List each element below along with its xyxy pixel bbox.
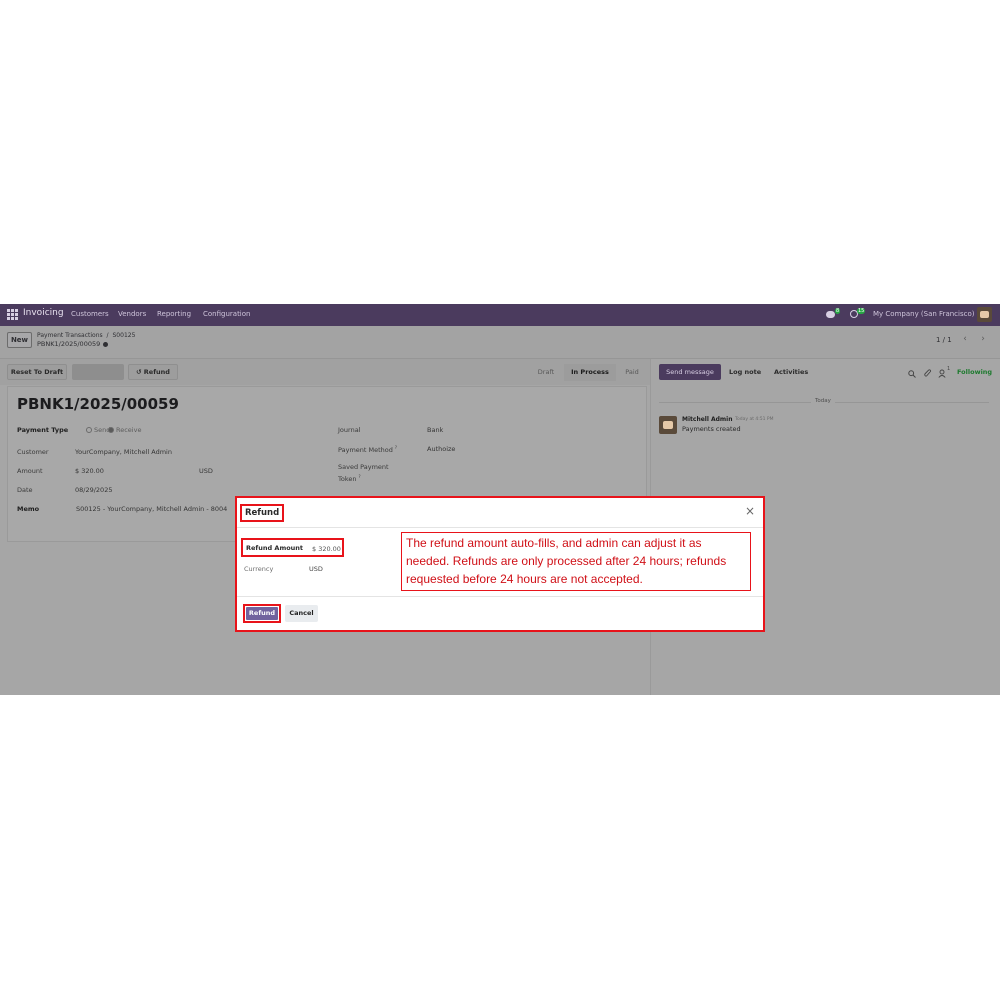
- status-paid[interactable]: Paid: [618, 364, 646, 381]
- journal-label: Journal: [338, 426, 361, 434]
- saved-token-label: Saved Payment: [338, 463, 389, 471]
- payment-method-label: Payment Method?: [338, 445, 398, 455]
- payment-type-receive[interactable]: Receive: [108, 426, 141, 434]
- breadcrumb: Payment Transactions / S00125: [37, 332, 135, 339]
- gear-icon[interactable]: [103, 341, 109, 347]
- refund-amount-input[interactable]: $ 320.00: [312, 545, 341, 553]
- refund-amount-field: Refund Amount $ 320.00: [241, 538, 344, 557]
- chat-icon[interactable]: [826, 311, 835, 318]
- journal-value[interactable]: Bank: [427, 426, 443, 434]
- date-value[interactable]: 08/29/2025: [75, 486, 112, 494]
- top-navbar: Invoicing Customers Vendors Reporting Co…: [0, 304, 1000, 326]
- paperclip-icon[interactable]: [924, 369, 932, 378]
- record-breadcrumb: PBNK1/2025/00059: [37, 340, 109, 348]
- blurred-button[interactable]: [72, 364, 124, 380]
- amount-currency[interactable]: USD: [199, 467, 213, 475]
- help-icon: ?: [394, 445, 398, 450]
- refund-button-label: Refund: [143, 368, 170, 376]
- saved-token-label-2: Token?: [338, 474, 361, 484]
- breadcrumb-ref[interactable]: S00125: [113, 332, 136, 339]
- breadcrumb-parent[interactable]: Payment Transactions: [37, 332, 103, 339]
- record-title: PBNK1/2025/00059: [17, 395, 179, 413]
- control-panel: New Payment Transactions / S00125 PBNK1/…: [0, 326, 1000, 358]
- radio-send-icon: [86, 427, 92, 433]
- app-brand[interactable]: Invoicing: [23, 308, 64, 318]
- apps-menu-icon[interactable]: [7, 309, 18, 320]
- refund-icon: ↺: [136, 368, 142, 376]
- send-message-button[interactable]: Send message: [659, 364, 721, 380]
- author-avatar[interactable]: [659, 416, 677, 434]
- payment-method-value[interactable]: Authoize: [427, 445, 455, 453]
- dialog-title: Refund: [240, 504, 285, 522]
- search-icon[interactable]: [908, 370, 916, 378]
- form-statusbar: Reset To Draft ↺ Refund Draft In Process…: [0, 359, 650, 385]
- pager-prev-icon[interactable]: ‹: [958, 333, 972, 347]
- new-button[interactable]: New: [7, 332, 32, 348]
- company-switcher[interactable]: My Company (San Francisco): [873, 310, 974, 318]
- cancel-button[interactable]: Cancel: [285, 605, 318, 622]
- currency-value[interactable]: USD: [309, 565, 323, 573]
- user-avatar[interactable]: [977, 307, 992, 322]
- message-time: Today at 4:51 PM: [735, 417, 774, 422]
- chat-badge: 8: [835, 308, 841, 314]
- date-label: Date: [17, 486, 33, 494]
- today-label: Today: [811, 398, 835, 404]
- status-draft[interactable]: Draft: [528, 364, 564, 381]
- refund-button[interactable]: ↺ Refund: [128, 364, 178, 380]
- pager-value[interactable]: 1 / 1: [936, 336, 952, 344]
- help-icon: ?: [358, 474, 361, 479]
- refund-confirm-highlight: Refund: [243, 604, 281, 623]
- record-name: PBNK1/2025/00059: [37, 340, 101, 348]
- status-in-process[interactable]: In Process: [564, 364, 616, 381]
- followers-icon[interactable]: [938, 369, 946, 378]
- close-icon[interactable]: ×: [745, 504, 755, 518]
- refund-amount-label: Refund Amount: [246, 544, 304, 552]
- reset-to-draft-button[interactable]: Reset To Draft: [7, 364, 67, 380]
- message-body: Payments created: [682, 425, 741, 433]
- dialog-footer-divider: [237, 596, 763, 597]
- menu-vendors[interactable]: Vendors: [118, 310, 146, 318]
- amount-label: Amount: [17, 467, 43, 475]
- memo-label: Memo: [17, 505, 40, 513]
- pager-next-icon[interactable]: ›: [976, 333, 990, 347]
- following-button[interactable]: Following: [957, 364, 992, 380]
- dialog-header: Refund ×: [237, 498, 763, 528]
- menu-customers[interactable]: Customers: [71, 310, 109, 318]
- log-note-button[interactable]: Log note: [729, 364, 761, 380]
- activities-button[interactable]: Activities: [774, 364, 808, 380]
- currency-label: Currency: [244, 565, 274, 573]
- menu-configuration[interactable]: Configuration: [203, 310, 250, 318]
- refund-dialog: Refund × Refund Amount $ 320.00 Currency…: [235, 496, 765, 632]
- payment-type-label: Payment Type: [17, 426, 69, 434]
- customer-label: Customer: [17, 448, 49, 456]
- amount-value[interactable]: $ 320.00: [75, 467, 104, 475]
- refund-confirm-button[interactable]: Refund: [246, 607, 278, 620]
- payment-type-send[interactable]: Send: [86, 426, 110, 434]
- menu-reporting[interactable]: Reporting: [157, 310, 191, 318]
- activity-badge: 15: [857, 308, 866, 314]
- radio-receive-icon: [108, 427, 114, 433]
- app-screen: Invoicing Customers Vendors Reporting Co…: [0, 304, 1000, 695]
- breadcrumb-separator: /: [106, 332, 109, 339]
- followers-count: 1: [947, 366, 951, 372]
- annotation-note: The refund amount auto-fills, and admin …: [401, 532, 751, 591]
- message-author[interactable]: Mitchell Admin: [682, 416, 733, 423]
- memo-value[interactable]: S00125 - YourCompany, Mitchell Admin - 8…: [76, 505, 227, 513]
- customer-value[interactable]: YourCompany, Mitchell Admin: [75, 448, 172, 456]
